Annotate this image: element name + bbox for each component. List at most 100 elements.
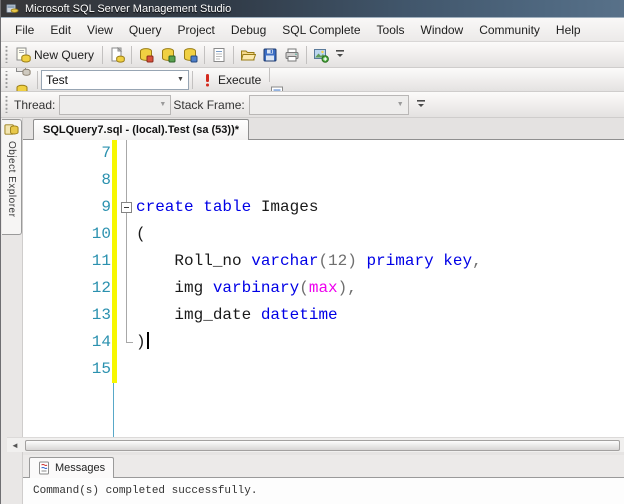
menu-item-view[interactable]: View (79, 20, 121, 40)
db-engine-query-icon (138, 47, 154, 63)
menu-item-tools[interactable]: Tools (369, 20, 413, 40)
save-icon (262, 47, 278, 63)
menu-item-window[interactable]: Window (413, 20, 472, 40)
menu-bar: File Edit View Query Project Debug SQL Complet… (1, 18, 624, 42)
object-explorer-icon (3, 122, 20, 138)
stack-frame-combobox[interactable]: ▼ (248, 94, 409, 115)
code-text[interactable]: img_date datetime (136, 302, 337, 329)
toolbar-overflow-button[interactable] (332, 44, 354, 66)
new-query-label: New Query (34, 47, 95, 62)
analysis-query-icon (211, 47, 227, 63)
sql-complete-image-button[interactable] (310, 44, 332, 66)
change-connection-button[interactable] (12, 80, 34, 91)
gutter-gap (111, 167, 136, 194)
line-number[interactable]: 14 (23, 329, 111, 356)
new-query-button[interactable]: New Query (12, 44, 99, 66)
document-tabstrip: SQLQuery7.sql - (local).Test (sa (53))* (23, 118, 624, 140)
execute-bang-icon (199, 72, 215, 88)
line-number[interactable]: 12 (23, 275, 111, 302)
toolbar-separator (269, 68, 271, 82)
execute-button[interactable]: Execute (196, 69, 266, 91)
code-text[interactable]: ( (136, 221, 146, 248)
code-text[interactable]: Roll_no varchar(12) primary key, (136, 248, 481, 275)
toolbar-separator (131, 45, 133, 64)
text-caret (146, 332, 149, 349)
results-text-icon (269, 85, 285, 91)
margin-indicator-line (113, 383, 114, 437)
thread-label: Thread: (14, 97, 56, 112)
gutter-gap (111, 329, 136, 356)
menu-item-edit[interactable]: Edit (42, 20, 79, 40)
scrollbar-thumb[interactable] (25, 439, 620, 451)
db-engine-query-button[interactable] (135, 44, 157, 66)
scroll-left-arrow-icon[interactable]: ◄ (7, 438, 23, 453)
menu-item-file[interactable]: File (7, 20, 42, 40)
menu-item-query[interactable]: Query (121, 20, 170, 40)
line-number[interactable]: 7 (23, 140, 111, 167)
sql-code-editor[interactable]: 7 8 9 create table Images 10 (11 Roll_no varc… (23, 140, 624, 437)
toolbar-grip[interactable] (4, 45, 9, 64)
messages-tab[interactable]: Messages (29, 457, 115, 478)
fold-collapse-button[interactable] (121, 202, 132, 213)
line-number[interactable]: 15 (23, 356, 111, 383)
toolbar-separator (192, 70, 193, 89)
change-connection-icon (15, 83, 31, 91)
editor-line-15: 15 (23, 356, 624, 383)
menu-item-debug[interactable]: Debug (223, 20, 274, 40)
gutter-gap (111, 275, 136, 302)
analysis-query-button[interactable] (208, 44, 230, 66)
results-panel: Messages Command(s) completed successful… (23, 455, 624, 504)
xmla-query-icon (182, 47, 198, 63)
line-number[interactable]: 11 (23, 248, 111, 275)
toolbar-overflow-icon (416, 97, 432, 113)
chevron-down-icon: ▼ (396, 101, 404, 108)
gutter-gap (111, 140, 136, 167)
menu-item-community[interactable]: Community (471, 20, 548, 40)
app-icon (5, 1, 21, 17)
stack-frame-label: Stack Frame: (173, 97, 245, 112)
save-button[interactable] (259, 44, 281, 66)
main-area: Object Explorer SQLQuery7.sql - (local).… (1, 118, 624, 504)
mdx-query-icon (160, 47, 176, 63)
mdx-query-button[interactable] (157, 44, 179, 66)
connect-button[interactable] (12, 68, 34, 80)
menu-item-sql-complete[interactable]: SQL Complete (274, 20, 368, 40)
code-text[interactable]: ) (136, 329, 149, 356)
menu-item-project[interactable]: Project (170, 20, 223, 40)
object-explorer-label: Object Explorer (6, 141, 17, 218)
query-document-tab[interactable]: SQLQuery7.sql - (local).Test (sa (53))* (33, 119, 250, 140)
thread-combobox[interactable]: ▼ (59, 94, 172, 115)
print-icon (284, 47, 300, 63)
editor-line-7: 7 (23, 140, 624, 167)
editor-line-10: 10 ( (23, 221, 624, 248)
messages-icon (38, 461, 51, 475)
gutter-gap (111, 302, 136, 329)
sql-complete-image-icon (313, 47, 329, 63)
open-file-button[interactable] (237, 44, 259, 66)
code-text[interactable]: create table Images (136, 194, 318, 221)
database-combobox[interactable]: Test ▼ (41, 69, 189, 90)
toolbar-grip[interactable] (4, 95, 9, 114)
query-document-tab-label: SQLQuery7.sql - (local).Test (sa (53))* (43, 124, 240, 136)
chevron-down-icon[interactable]: ▼ (173, 71, 188, 89)
xmla-query-button[interactable] (179, 44, 201, 66)
horizontal-scrollbar[interactable]: ◄ (7, 437, 624, 452)
line-number[interactable]: 8 (23, 167, 111, 194)
results-tabstrip: Messages (23, 455, 624, 478)
code-text[interactable]: img varbinary(max), (136, 275, 356, 302)
editor-line-8: 8 (23, 167, 624, 194)
new-query-icon (15, 47, 31, 63)
new-text-file-button[interactable] (106, 44, 128, 66)
toolbar-options-button[interactable] (413, 94, 435, 116)
print-button[interactable] (281, 44, 303, 66)
menu-item-help[interactable]: Help (548, 20, 589, 40)
line-number[interactable]: 10 (23, 221, 111, 248)
messages-tab-label: Messages (55, 462, 106, 474)
object-explorer-tab[interactable]: Object Explorer (2, 119, 22, 235)
line-number[interactable]: 13 (23, 302, 111, 329)
editor-line-14: 14) (23, 329, 624, 356)
results-text-button[interactable] (266, 82, 288, 91)
line-number[interactable]: 9 (23, 194, 111, 221)
toolbar-grip[interactable] (4, 71, 9, 88)
chevron-down-icon: ▼ (159, 101, 167, 108)
